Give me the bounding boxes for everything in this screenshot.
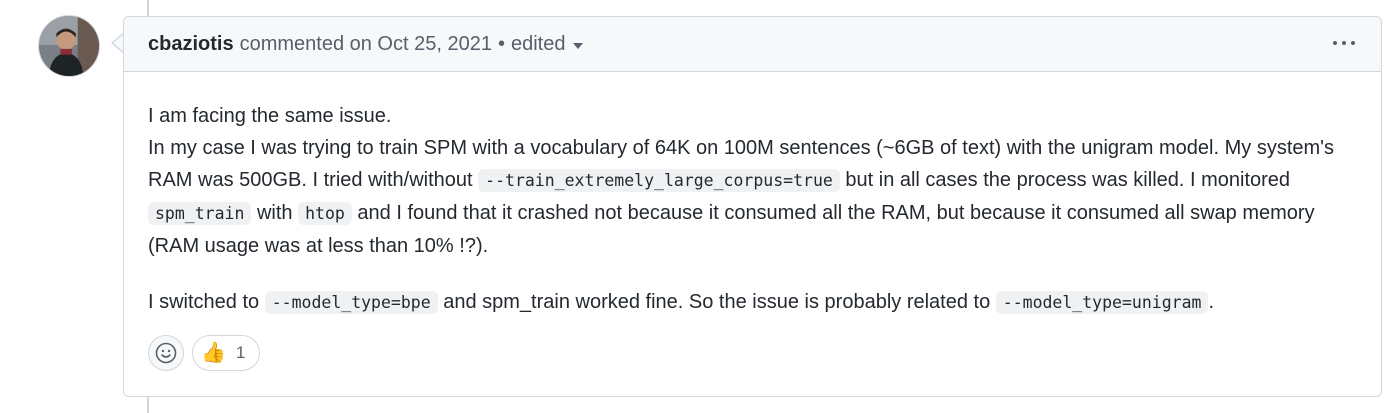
comment-header: cbaziotis commented on Oct 25, 2021 • ed… bbox=[124, 17, 1381, 72]
body-text: . bbox=[1208, 291, 1215, 313]
thumbs-up-reaction[interactable]: 👍 1 bbox=[192, 335, 261, 371]
inline-code: --model_type=bpe bbox=[264, 291, 438, 314]
inline-code: spm_train bbox=[148, 202, 252, 225]
inline-code: --model_type=unigram bbox=[995, 291, 1209, 314]
comment-body: I am facing the same issue. In my case I… bbox=[124, 72, 1381, 319]
edited-label: edited bbox=[510, 32, 566, 55]
comment-timestamp[interactable]: commented on Oct 25, 2021 bbox=[240, 33, 492, 56]
inline-code: --train_extremely_large_corpus=true bbox=[478, 169, 840, 192]
body-text: and spm_train worked fine. So the issue … bbox=[437, 291, 996, 313]
avatar[interactable] bbox=[38, 15, 100, 77]
body-text: with bbox=[251, 202, 299, 224]
body-text: but in all cases the process was killed.… bbox=[839, 169, 1291, 191]
body-text: I am facing the same issue. bbox=[148, 105, 392, 127]
inline-code: htop bbox=[298, 202, 352, 225]
header-separator: • bbox=[497, 32, 505, 55]
reaction-count: 1 bbox=[235, 343, 246, 362]
add-reaction-button[interactable] bbox=[148, 335, 184, 371]
body-paragraph-1: I am facing the same issue. In my case I… bbox=[148, 100, 1357, 262]
edited-dropdown[interactable]: edited bbox=[511, 33, 584, 56]
body-paragraph-2: I switched to --model_type=bpe and spm_t… bbox=[148, 286, 1357, 319]
comment-author[interactable]: cbaziotis bbox=[148, 33, 234, 56]
avatar-image bbox=[39, 16, 99, 76]
thumbs-up-icon: 👍 bbox=[201, 342, 226, 364]
body-text: I switched to bbox=[148, 291, 265, 313]
kebab-horizontal-icon[interactable] bbox=[1333, 33, 1355, 53]
smiley-icon bbox=[155, 342, 177, 364]
reactions-bar: 👍 1 bbox=[148, 335, 261, 371]
triangle-down-icon bbox=[573, 43, 584, 49]
comment-box: cbaziotis commented on Oct 25, 2021 • ed… bbox=[123, 16, 1382, 397]
